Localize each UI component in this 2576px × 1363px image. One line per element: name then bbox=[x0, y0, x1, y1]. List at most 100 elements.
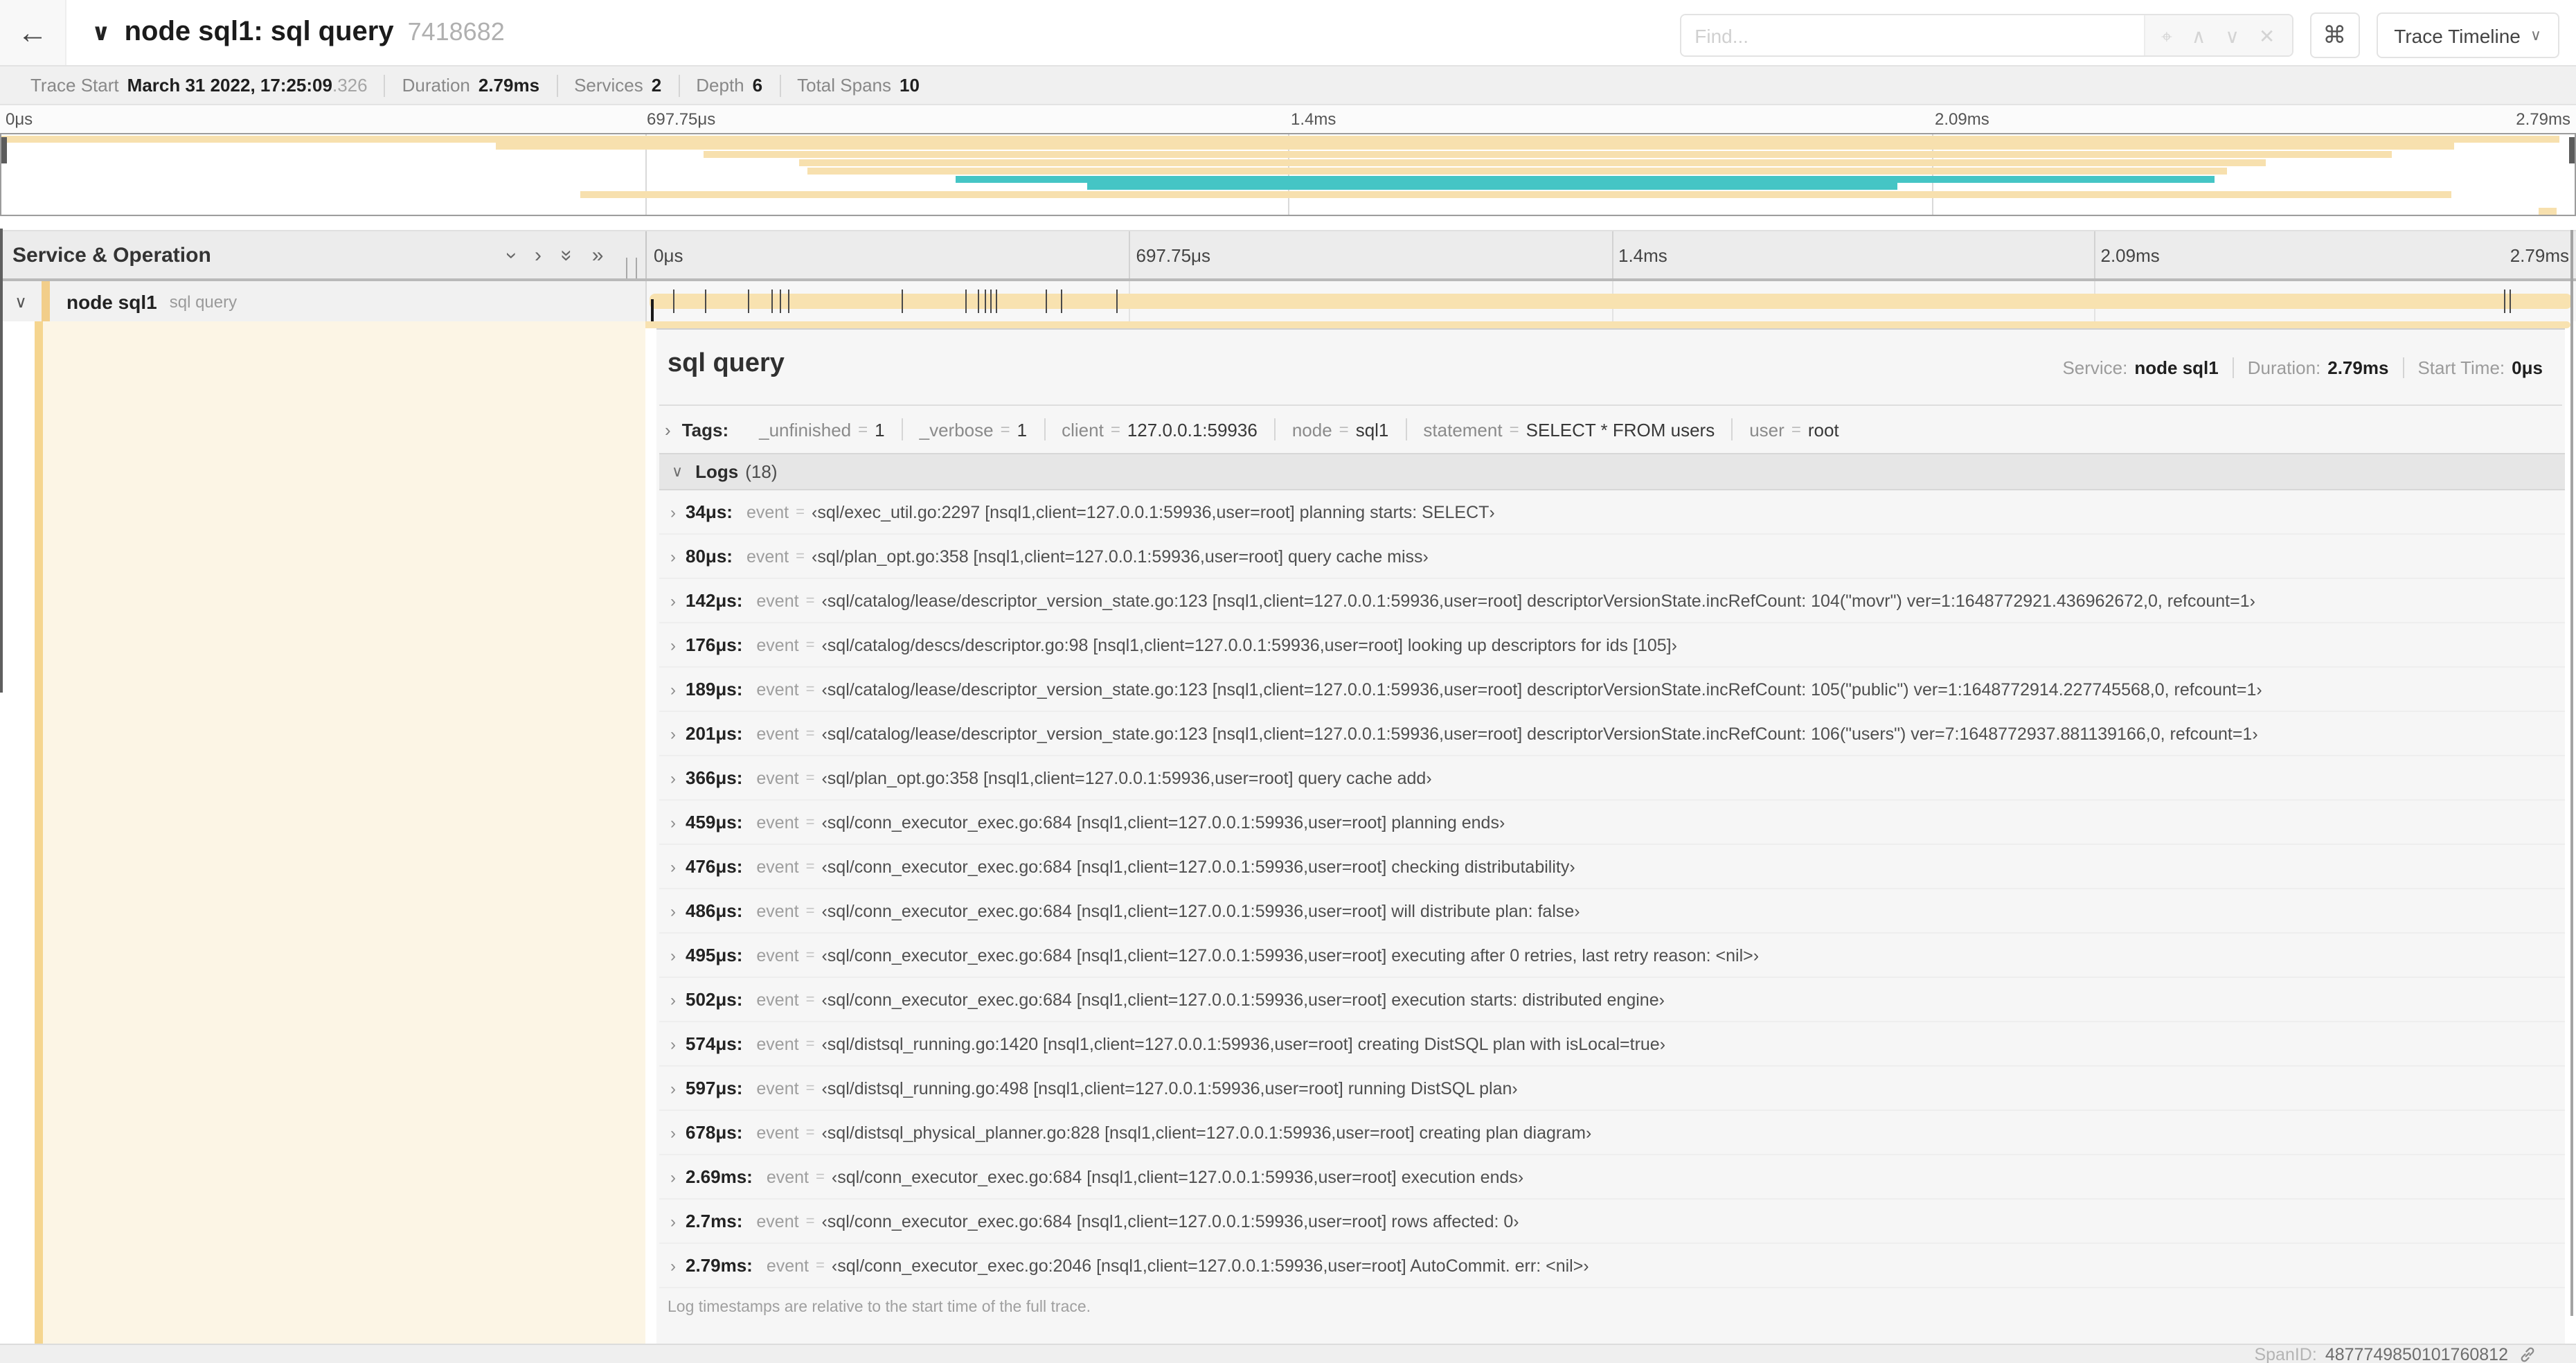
log-field-value: ‹sql/distsql_physical_planner.go:828 [ns… bbox=[821, 1123, 1592, 1142]
log-field-value: ‹sql/catalog/descs/descriptor.go:98 [nsq… bbox=[821, 635, 1677, 654]
chevron-right-icon: › bbox=[670, 1167, 676, 1186]
minimap-canvas[interactable] bbox=[0, 133, 2576, 216]
log-entry-row[interactable]: › 142μs: event = ‹sql/catalog/lease/desc… bbox=[659, 579, 2565, 623]
log-field-value: ‹sql/distsql_running.go:498 [nsql1,clien… bbox=[821, 1078, 1518, 1098]
minimap-span-bar bbox=[2538, 207, 2557, 215]
log-field-name: event bbox=[746, 546, 789, 566]
minimap-tick-label: 0μs bbox=[6, 109, 33, 129]
equals-sign: = bbox=[796, 504, 805, 520]
left-scrollbar[interactable] bbox=[0, 229, 3, 693]
log-tick-mark bbox=[747, 289, 749, 313]
log-field-value: ‹sql/plan_opt.go:358 [nsql1,client=127.0… bbox=[821, 768, 1432, 787]
log-entry-row[interactable]: › 34μs: event = ‹sql/exec_util.go:2297 [… bbox=[659, 490, 2565, 535]
chevron-right-icon: › bbox=[670, 1078, 676, 1098]
clear-find-icon[interactable]: ✕ bbox=[2259, 26, 2275, 45]
trace-page-header: ← ∨ node sql1: sql query 7418682 ⌖ ∧ ∨ ✕… bbox=[0, 0, 2576, 66]
log-entry-row[interactable]: › 476μs: event = ‹sql/conn_executor_exec… bbox=[659, 845, 2565, 889]
next-match-icon[interactable]: ∨ bbox=[2225, 26, 2239, 45]
timeline-gridline bbox=[1129, 231, 1131, 278]
log-entry-row[interactable]: › 495μs: event = ‹sql/conn_executor_exec… bbox=[659, 934, 2565, 978]
equals-sign: = bbox=[805, 725, 815, 742]
chevron-right-icon: › bbox=[670, 591, 676, 610]
log-timestamp: 502μs: bbox=[686, 989, 743, 1010]
span-detail-meta: Service: node sql1 Duration: 2.79ms Star… bbox=[2048, 357, 2557, 378]
find-controls: ⌖ ∧ ∨ ✕ bbox=[2143, 15, 2292, 55]
log-field-name: event bbox=[756, 679, 799, 699]
tag-item: node = sql1 bbox=[1273, 418, 1406, 440]
chevron-down-icon: ∨ bbox=[2530, 28, 2541, 44]
log-entry-row[interactable]: › 459μs: event = ‹sql/conn_executor_exec… bbox=[659, 801, 2565, 845]
log-entry-row[interactable]: › 2.7ms: event = ‹sql/conn_executor_exec… bbox=[659, 1200, 2565, 1244]
log-entry-row[interactable]: › 189μs: event = ‹sql/catalog/lease/desc… bbox=[659, 668, 2565, 712]
log-entry-row[interactable]: › 201μs: event = ‹sql/catalog/lease/desc… bbox=[659, 712, 2565, 756]
log-entry-row[interactable]: › 502μs: event = ‹sql/conn_executor_exec… bbox=[659, 978, 2565, 1022]
log-entry-row[interactable]: › 486μs: event = ‹sql/conn_executor_exec… bbox=[659, 889, 2565, 934]
chevron-right-icon: › bbox=[670, 1034, 676, 1053]
equals-sign: = bbox=[858, 420, 868, 439]
locate-icon[interactable]: ⌖ bbox=[2161, 26, 2172, 45]
log-entry-row[interactable]: › 366μs: event = ‹sql/plan_opt.go:358 [n… bbox=[659, 756, 2565, 801]
chevron-icon[interactable]: › bbox=[535, 243, 542, 267]
minimap-tick-label: 2.79ms bbox=[2516, 109, 2570, 129]
right-scrollbar[interactable] bbox=[2570, 230, 2573, 1316]
log-tick-mark bbox=[780, 289, 782, 313]
chevron-right-icon: › bbox=[670, 1256, 676, 1275]
log-tick-mark bbox=[995, 289, 997, 313]
span-row-name-cell[interactable]: ∨ node sql1 sql query bbox=[0, 281, 645, 321]
minimap-right-drag-handle[interactable] bbox=[2569, 136, 2575, 163]
timeline-tick-label: 0μs bbox=[654, 245, 683, 266]
log-tick-mark bbox=[977, 289, 979, 313]
trace-collapse-icon[interactable]: ∨ bbox=[91, 19, 111, 46]
minimap-left-drag-handle[interactable] bbox=[1, 136, 7, 163]
column-resize-grip[interactable] bbox=[626, 258, 637, 278]
log-entry-row[interactable]: › 176μs: event = ‹sql/catalog/descs/desc… bbox=[659, 623, 2565, 668]
log-entry-row[interactable]: › 597μs: event = ‹sql/distsql_running.go… bbox=[659, 1067, 2565, 1111]
chevron-icon[interactable]: › bbox=[500, 251, 524, 258]
log-field-value: ‹sql/conn_executor_exec.go:684 [nsql1,cl… bbox=[821, 945, 1760, 965]
chevron-right-icon: › bbox=[670, 724, 676, 743]
trace-title: node sql1: sql query bbox=[124, 17, 394, 47]
log-tick-mark bbox=[902, 289, 904, 313]
selected-span-row-background bbox=[0, 321, 645, 1344]
tag-value: 127.0.0.1:59936 bbox=[1127, 419, 1258, 440]
minimap-span-bar bbox=[495, 143, 2454, 150]
log-entry-row[interactable]: › 574μs: event = ‹sql/distsql_running.go… bbox=[659, 1022, 2565, 1067]
keyboard-shortcuts-button[interactable]: ⌘ bbox=[2309, 12, 2360, 58]
back-button[interactable]: ← bbox=[0, 0, 66, 65]
prev-match-icon[interactable]: ∧ bbox=[2192, 26, 2206, 45]
span-meta-item: Duration: 2.79ms bbox=[2232, 357, 2403, 378]
header-actions: ⌖ ∧ ∨ ✕ ⌘ Trace Timeline ∨ bbox=[1679, 12, 2559, 58]
log-tick-mark bbox=[771, 289, 773, 313]
log-entry-row[interactable]: › 80μs: event = ‹sql/plan_opt.go:358 [ns… bbox=[659, 535, 2565, 579]
minimap-span-bar bbox=[807, 167, 2228, 175]
chevron-icon[interactable]: » bbox=[555, 249, 578, 261]
tag-key: user bbox=[1749, 419, 1785, 440]
summary-item: Total Spans 10 bbox=[779, 74, 936, 96]
log-timestamp: 2.79ms: bbox=[686, 1255, 753, 1276]
tags-accordion[interactable]: › Tags: _unfinished = 1 _verbose = 1 cli… bbox=[656, 406, 2565, 453]
log-field-name: event bbox=[766, 1256, 810, 1275]
trace-view-select[interactable]: Trace Timeline ∨ bbox=[2376, 12, 2559, 58]
span-meta-label: Duration: bbox=[2247, 357, 2321, 378]
equals-sign: = bbox=[805, 1213, 815, 1229]
tag-value: SELECT * FROM users bbox=[1526, 419, 1715, 440]
chevron-down-icon[interactable]: ∨ bbox=[0, 292, 42, 311]
log-entry-row[interactable]: › 2.79ms: event = ‹sql/conn_executor_exe… bbox=[659, 1244, 2565, 1288]
log-field-name: event bbox=[756, 812, 799, 832]
logs-accordion-header[interactable]: ∨ Logs (18) bbox=[659, 453, 2565, 490]
log-entry-row[interactable]: › 678μs: event = ‹sql/distsql_physical_p… bbox=[659, 1111, 2565, 1155]
equals-sign: = bbox=[805, 902, 815, 919]
log-field-value: ‹sql/conn_executor_exec.go:2046 [nsql1,c… bbox=[831, 1256, 1589, 1275]
chevron-icon[interactable]: » bbox=[592, 243, 604, 267]
chevron-right-icon: › bbox=[665, 419, 671, 440]
detail-row-span-bar bbox=[645, 321, 2570, 328]
find-input[interactable] bbox=[1681, 15, 2144, 55]
span-duration-bar[interactable] bbox=[650, 289, 2573, 328]
chevron-right-icon: › bbox=[670, 901, 676, 920]
log-field-name: event bbox=[756, 1078, 799, 1098]
copy-link-icon[interactable] bbox=[2518, 1344, 2537, 1363]
log-tick-mark bbox=[2503, 289, 2505, 313]
chevron-right-icon: › bbox=[670, 945, 676, 965]
log-entry-row[interactable]: › 2.69ms: event = ‹sql/conn_executor_exe… bbox=[659, 1155, 2565, 1200]
log-timestamp: 476μs: bbox=[686, 856, 743, 877]
